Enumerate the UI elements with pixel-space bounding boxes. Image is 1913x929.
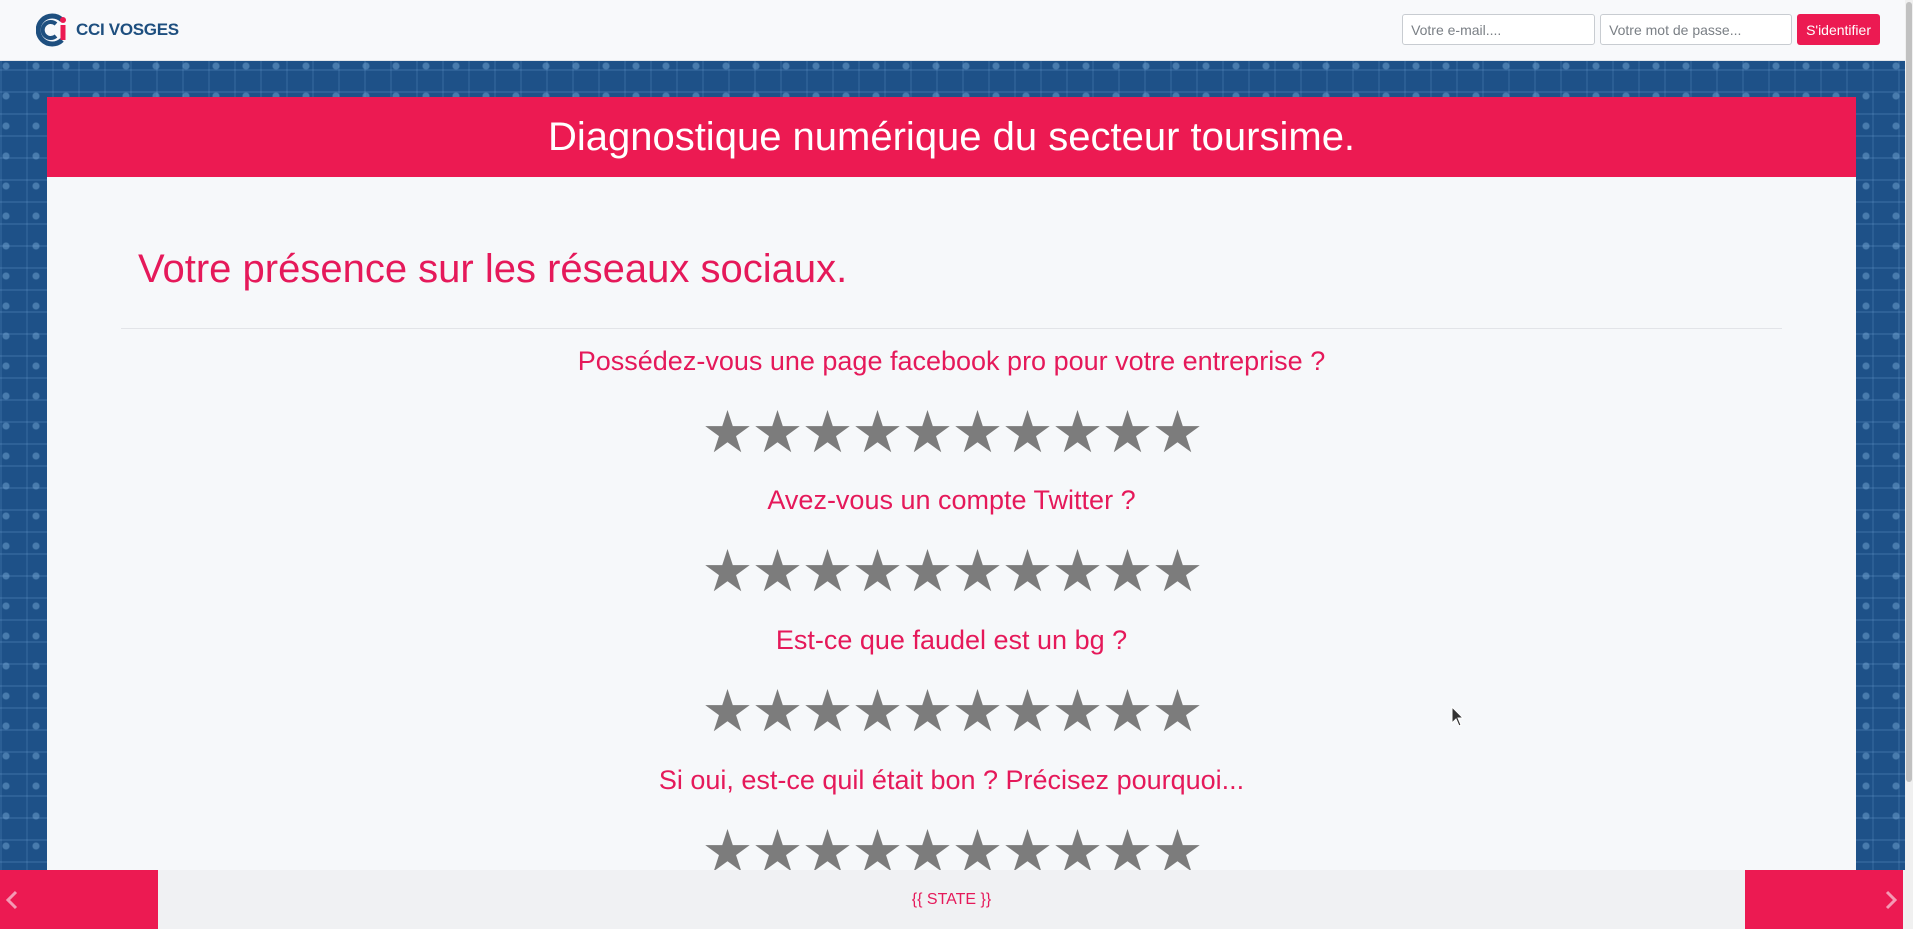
star-rating[interactable]: ★★★★★★★★★★: [47, 683, 1856, 741]
top-navbar: CCI VOSGES S'identifier: [0, 0, 1905, 61]
login-form: S'identifier: [1402, 14, 1880, 45]
star-icon[interactable]: ★: [902, 679, 954, 744]
star-icon[interactable]: ★: [1152, 400, 1204, 465]
survey-card: Diagnostique numérique du secteur toursi…: [47, 97, 1856, 870]
star-icon[interactable]: ★: [1052, 679, 1104, 744]
section-title: Votre présence sur les réseaux sociaux.: [138, 247, 848, 291]
star-icon[interactable]: ★: [1002, 823, 1054, 870]
cci-logo-icon: [36, 13, 66, 47]
star-icon[interactable]: ★: [702, 823, 754, 870]
star-icon[interactable]: ★: [1102, 539, 1154, 604]
star-icon[interactable]: ★: [902, 400, 954, 465]
star-icon[interactable]: ★: [1152, 679, 1204, 744]
star-icon[interactable]: ★: [1002, 400, 1054, 465]
question-label: Avez-vous un compte Twitter ?: [767, 485, 1136, 515]
star-icon[interactable]: ★: [752, 539, 804, 604]
question-label: Est-ce que faudel est un bg ?: [775, 625, 1128, 655]
mouse-cursor-icon: [1451, 706, 1465, 727]
star-icon[interactable]: ★: [1152, 823, 1204, 870]
previous-button[interactable]: [0, 870, 158, 929]
star-icon[interactable]: ★: [802, 823, 854, 870]
login-button[interactable]: S'identifier: [1797, 14, 1880, 45]
star-icon[interactable]: ★: [702, 400, 754, 465]
scrollbar[interactable]: [1905, 0, 1913, 929]
footer-bar: {{ STATE }}: [0, 870, 1905, 929]
star-icon[interactable]: ★: [1002, 539, 1054, 604]
star-icon[interactable]: ★: [1102, 679, 1154, 744]
star-icon[interactable]: ★: [1052, 400, 1104, 465]
logo-text: CCI VOSGES: [76, 20, 179, 39]
star-rating[interactable]: ★★★★★★★★★★: [47, 404, 1856, 462]
star-icon[interactable]: ★: [802, 539, 854, 604]
star-icon[interactable]: ★: [1002, 679, 1054, 744]
star-icon[interactable]: ★: [1102, 400, 1154, 465]
cci-logo[interactable]: CCI VOSGES: [36, 12, 179, 48]
chevron-left-icon: [5, 890, 18, 909]
star-icon[interactable]: ★: [952, 823, 1004, 870]
scrollbar-thumb[interactable]: [1906, 2, 1912, 782]
star-icon[interactable]: ★: [852, 823, 904, 870]
star-icon[interactable]: ★: [852, 400, 904, 465]
next-button[interactable]: [1745, 870, 1903, 929]
divider: [121, 328, 1782, 329]
star-icon[interactable]: ★: [1102, 823, 1154, 870]
star-icon[interactable]: ★: [752, 400, 804, 465]
question-label: Possédez-vous une page facebook pro pour…: [577, 346, 1326, 376]
star-icon[interactable]: ★: [952, 539, 1004, 604]
star-icon[interactable]: ★: [1152, 539, 1204, 604]
question-label: Si oui, est-ce quil était bon ? Précisez…: [658, 765, 1245, 795]
star-icon[interactable]: ★: [952, 679, 1004, 744]
star-icon[interactable]: ★: [852, 679, 904, 744]
star-icon[interactable]: ★: [752, 679, 804, 744]
star-icon[interactable]: ★: [802, 400, 854, 465]
star-icon[interactable]: ★: [702, 679, 754, 744]
star-icon[interactable]: ★: [1052, 539, 1104, 604]
star-icon[interactable]: ★: [1052, 823, 1104, 870]
star-icon[interactable]: ★: [852, 539, 904, 604]
star-rating[interactable]: ★★★★★★★★★★: [47, 543, 1856, 601]
star-icon[interactable]: ★: [752, 823, 804, 870]
star-rating[interactable]: ★★★★★★★★★★: [47, 823, 1856, 870]
star-icon[interactable]: ★: [902, 823, 954, 870]
password-field[interactable]: [1600, 14, 1793, 45]
star-icon[interactable]: ★: [702, 539, 754, 604]
chevron-right-icon: [1885, 890, 1898, 909]
page-title: Diagnostique numérique du secteur toursi…: [547, 114, 1356, 159]
star-icon[interactable]: ★: [902, 539, 954, 604]
star-icon[interactable]: ★: [802, 679, 854, 744]
state-text: {{ STATE }}: [911, 891, 992, 908]
star-icon[interactable]: ★: [952, 400, 1004, 465]
card-header: Diagnostique numérique du secteur toursi…: [47, 97, 1856, 177]
email-field[interactable]: [1402, 14, 1596, 45]
